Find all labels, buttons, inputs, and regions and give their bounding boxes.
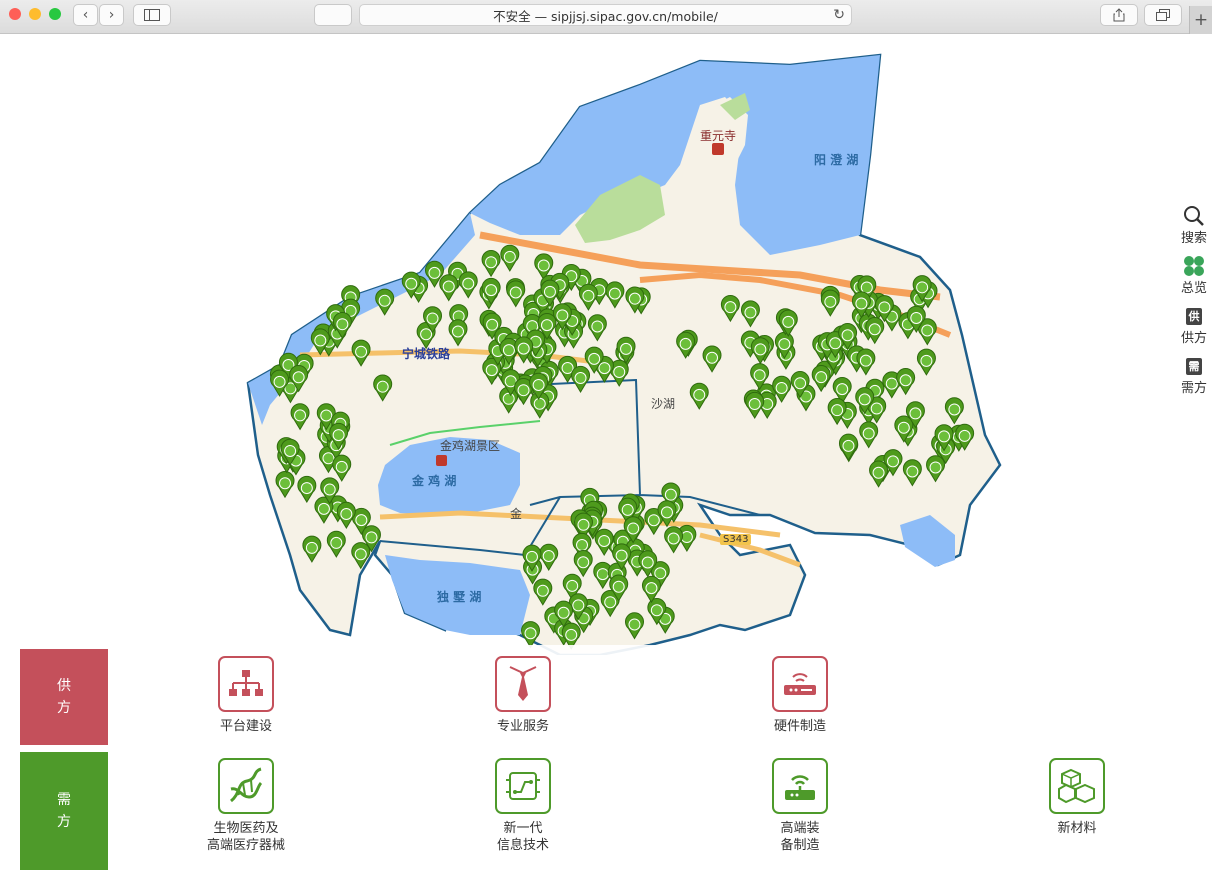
supply-tab-line1: 供	[57, 678, 71, 694]
demand-icon: 需	[1186, 357, 1202, 375]
category-platform-label: 平台建设	[219, 719, 272, 734]
toolbar-search[interactable]: 搜索	[1176, 205, 1212, 246]
dna-icon	[229, 767, 263, 803]
scenic-icon	[436, 455, 447, 466]
search-icon	[1184, 206, 1204, 226]
toolbar-demand[interactable]: 需 需方	[1176, 355, 1212, 396]
toolbar-supply[interactable]: 供 供方	[1176, 305, 1212, 346]
category-it-line1: 新一代	[503, 821, 543, 836]
forward-button[interactable]: ›	[99, 4, 124, 26]
category-biomedicine[interactable]: 生物医药及 高端医疗器械	[166, 758, 326, 854]
supply-icon: 供	[1186, 307, 1202, 325]
demand-tab-line1: 需	[57, 792, 71, 808]
router-icon	[784, 673, 816, 695]
url-text: 不安全 — sipjjsj.sipac.gov.cn/mobile/	[493, 8, 718, 24]
category-hardware-label: 硬件制造	[773, 719, 826, 734]
equipment-icon	[785, 775, 815, 800]
zoom-window-button[interactable]	[49, 8, 61, 20]
toolbar-search-label: 搜索	[1180, 231, 1207, 246]
minimize-window-button[interactable]	[29, 8, 41, 20]
label-chongyuan-temple: 重元寺	[700, 129, 737, 143]
tab-button[interactable]	[314, 4, 352, 26]
label-s343: S343	[720, 534, 752, 545]
sidebar-icon	[144, 9, 160, 21]
toolbar-overview[interactable]: 总览	[1176, 255, 1212, 296]
tabs-icon	[1156, 9, 1170, 21]
category-professional-service[interactable]: 专业服务	[443, 656, 603, 735]
category-biomedicine-line1: 生物医药及	[213, 821, 279, 836]
cubes-icon	[1058, 768, 1095, 804]
toolbar-overview-label: 总览	[1180, 281, 1207, 296]
new-tab-button[interactable]: +	[1189, 6, 1212, 34]
temple-icon	[712, 143, 724, 155]
tabs-overview-button[interactable]	[1144, 4, 1182, 26]
reload-icon[interactable]: ↻	[833, 7, 845, 23]
sidebar-toggle-button[interactable]	[133, 4, 171, 26]
category-platform[interactable]: 平台建设	[166, 656, 326, 735]
demand-tab[interactable]: 需 方	[20, 752, 108, 870]
share-button[interactable]	[1100, 4, 1138, 26]
network-icon	[229, 670, 263, 696]
demand-tab-line2: 方	[57, 814, 71, 830]
category-it[interactable]: 新一代 信息技术	[443, 758, 603, 854]
category-materials[interactable]: 新材料	[997, 758, 1157, 837]
browser-toolbar: ‹ › 不安全 — sipjjsj.sipac.gov.cn/mobile/ ↻…	[0, 0, 1212, 34]
category-hardware[interactable]: 硬件制造	[720, 656, 880, 735]
category-panel: 供 方 需 方 平台建设 专业服务 硬件制造 生物医药及 高端医疗器械 新一代 …	[0, 645, 1212, 871]
label-dushu-lake: 独 墅 湖	[437, 590, 482, 604]
tie-icon	[509, 666, 537, 701]
toolbar-demand-label: 需方	[1180, 381, 1207, 396]
supply-tab-line2: 方	[57, 700, 71, 716]
category-equipment-line2: 备制造	[780, 838, 820, 853]
label-shahu: 沙湖	[651, 397, 676, 411]
address-bar[interactable]: 不安全 — sipjjsj.sipac.gov.cn/mobile/ ↻	[359, 4, 852, 26]
category-it-line2: 信息技术	[496, 838, 549, 853]
close-window-button[interactable]	[9, 8, 21, 20]
label-jinji-scenic: 金鸡湖景区	[440, 439, 501, 453]
clover-icon	[1184, 256, 1204, 276]
label-jinji-lake: 金 鸡 湖	[412, 474, 457, 488]
label-jin: 金	[510, 507, 523, 521]
category-equipment[interactable]: 高端装 备制造	[720, 758, 880, 854]
toolbar-supply-label: 供方	[1180, 331, 1207, 346]
label-yangcheng-lake: 阳 澄 湖	[814, 153, 859, 167]
supply-tab[interactable]: 供 方	[20, 649, 108, 745]
category-equipment-line1: 高端装	[780, 821, 820, 836]
map-canvas[interactable]	[0, 35, 1212, 655]
label-railway: 宁城铁路	[402, 347, 451, 361]
map-view[interactable]: 重元寺 阳 澄 湖 宁城铁路 沙湖 金鸡湖景区 金 鸡 湖 金 独 墅 湖 S3…	[0, 35, 1212, 655]
circuit-icon	[506, 772, 540, 800]
category-biomedicine-line2: 高端医疗器械	[206, 838, 285, 853]
back-button[interactable]: ‹	[73, 4, 98, 26]
category-materials-label: 新材料	[1057, 821, 1097, 836]
category-professional-service-label: 专业服务	[496, 719, 549, 734]
share-icon	[1113, 8, 1125, 22]
